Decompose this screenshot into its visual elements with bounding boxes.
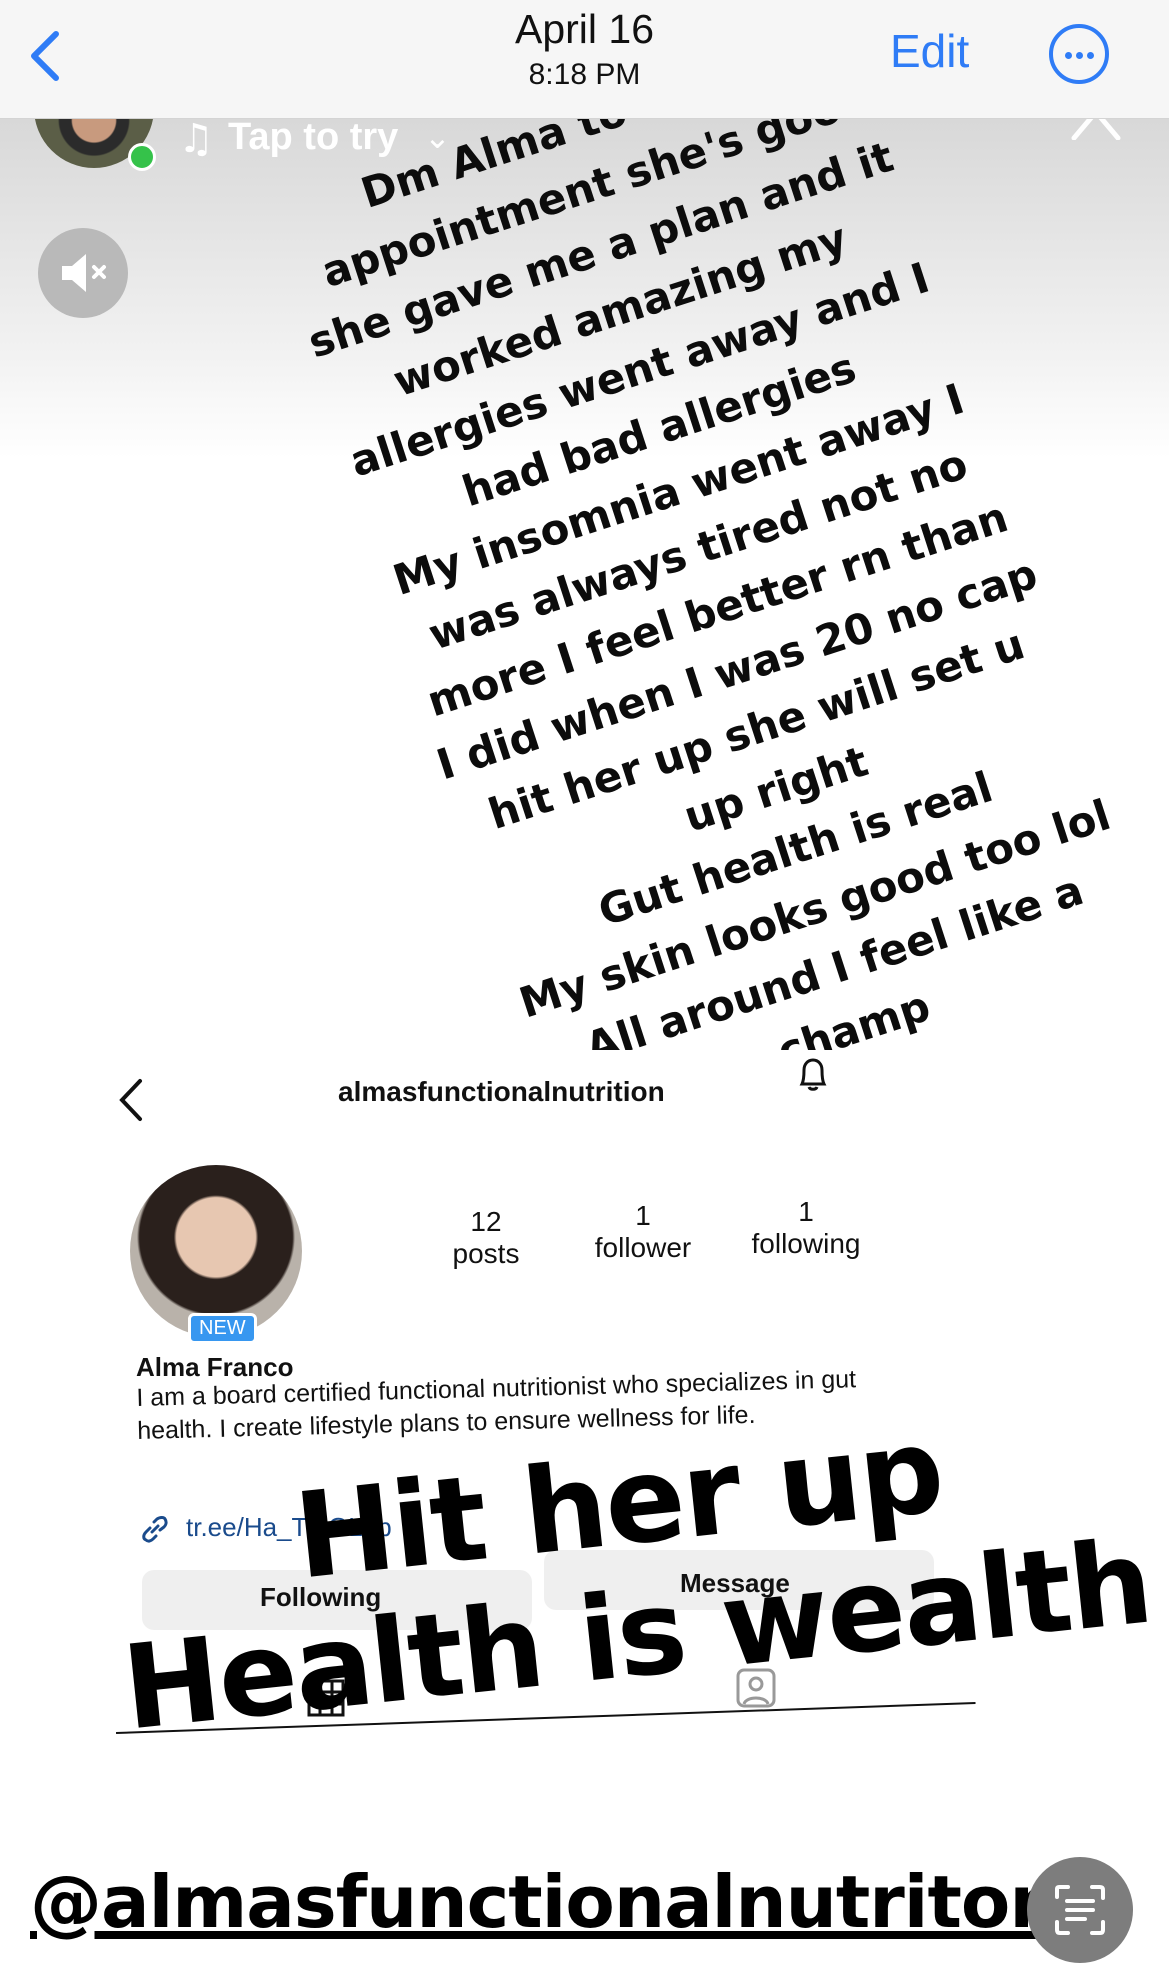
stat-following-count: 1 (798, 1196, 814, 1227)
stat-following-label: following (751, 1228, 861, 1259)
more-options-button[interactable] (1049, 24, 1109, 84)
speaker-muted-icon (62, 254, 106, 292)
ellipsis-dot (1065, 52, 1072, 59)
edit-button[interactable]: Edit (890, 24, 969, 78)
ellipsis-dot (1076, 52, 1083, 59)
chevron-down-icon[interactable]: ⌄ (424, 118, 451, 156)
stat-posts[interactable]: 12 posts (446, 1206, 526, 1270)
mute-button[interactable] (38, 228, 128, 318)
text-scan-icon (1055, 1885, 1105, 1935)
photo-date: April 16 (514, 6, 654, 52)
online-status-dot (128, 143, 156, 171)
profile-username: almasfunctionalnutrition (338, 1076, 665, 1107)
stat-posts-count: 12 (470, 1206, 502, 1237)
music-tap-to-try[interactable]: Tap to try (228, 116, 398, 159)
link-icon (142, 1516, 168, 1543)
bell-icon[interactable] (794, 1054, 832, 1094)
stat-followers-count: 1 (635, 1200, 651, 1231)
profile-photo[interactable] (130, 1165, 302, 1337)
stat-posts-label: posts (452, 1238, 520, 1269)
stat-followers[interactable]: 1 follower (588, 1200, 698, 1264)
photos-top-bar: April 16 8:18 PM Edit (0, 0, 1169, 119)
chevron-left-icon[interactable] (116, 1075, 146, 1125)
music-note-icon: ♫ (178, 116, 214, 162)
new-badge: NEW (188, 1313, 257, 1344)
stat-following[interactable]: 1 following (744, 1196, 868, 1260)
photo-time: 8:18 PM (528, 58, 641, 91)
mention-tag[interactable]: @almasfunctionalnutriton (30, 1860, 1061, 1944)
stat-followers-label: follower (594, 1232, 692, 1263)
ellipsis-dot (1087, 52, 1094, 59)
live-text-button[interactable] (1027, 1857, 1133, 1963)
